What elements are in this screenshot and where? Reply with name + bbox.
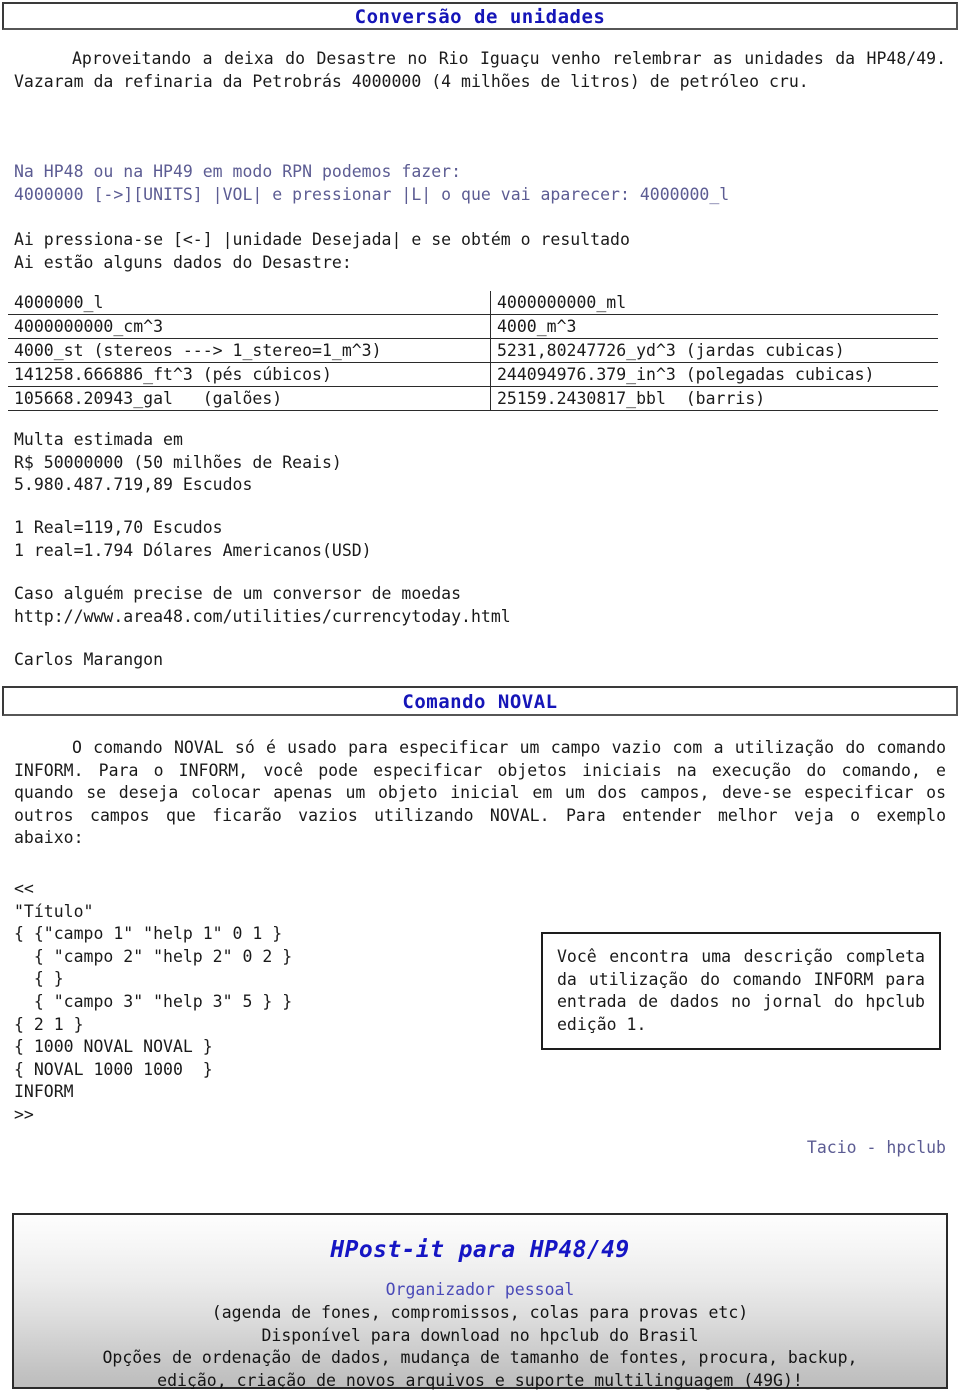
exchange-rate-block: 1 Real=119,70 Escudos 1 real=1.794 Dólar… [14,518,372,560]
side-note-box: Você encontra uma descrição completa da … [541,932,941,1050]
result-instructions: Ai pressiona-se [<-] |unidade Desejada| … [14,230,630,272]
table-cell-left: 141258.666886_ft^3 (pés cúbicos) [8,362,491,387]
ad-line-2: Disponível para download no hpclub do Br… [261,1325,699,1345]
table-cell-right: 244094976.379_in^3 (polegadas cubicas) [490,362,938,387]
noval-paragraph-text: O comando NOVAL só é usado para especifi… [14,738,946,848]
conversion-table-body: 4000000_l 4000000000_ml 4000000000_cm^3 … [8,291,938,411]
table-cell-left: 4000000_l [8,291,491,315]
intro-paragraph: Aproveitando a deixa do Desastre no Rio … [14,48,946,93]
table-cell-left: 4000_st (stereos ---> 1_stereo=1_m^3) [8,338,491,363]
ad-line-1: (agenda de fones, compromissos, colas pa… [211,1303,749,1323]
side-note-text: Você encontra uma descrição completa da … [557,947,925,1034]
advertisement-box: HPost-it para HP48/49 Organizador pessoa… [12,1213,948,1390]
table-row: 141258.666886_ft^3 (pés cúbicos) 2440949… [8,362,938,387]
table-cell-left: 105668.20943_gal (galões) [8,386,491,411]
currency-converter-link-block[interactable]: Caso alguém precise de um conversor de m… [14,583,511,628]
section-header-conversao: Conversão de unidades [2,2,958,30]
table-row: 105668.20943_gal (galões) 25159.2430817_… [8,386,938,411]
table-cell-right: 5231,80247726_yd^3 (jardas cubicas) [490,338,938,363]
table-row: 4000_st (stereos ---> 1_stereo=1_m^3) 52… [8,338,938,363]
table-row: 4000000000_cm^3 4000_m^3 [8,314,938,339]
table-cell-right: 4000000000_ml [490,291,938,315]
conversion-table: 4000000_l 4000000000_ml 4000000000_cm^3 … [8,291,938,411]
ad-line-4: edição, criação de novos arquivos e supo… [157,1370,803,1390]
intro-paragraph-text: Aproveitando a deixa do Desastre no Rio … [14,49,946,91]
rpn-instructions: Na HP48 ou na HP49 em modo RPN podemos f… [14,162,730,204]
ad-subtitle: Organizador pessoal [385,1280,575,1300]
table-cell-left: 4000000000_cm^3 [8,314,491,339]
noval-paragraph: O comando NOVAL só é usado para especifi… [14,737,946,850]
credit-line: Tacio - hpclub [806,1138,946,1157]
author-signature: Carlos Marangon [14,650,164,669]
table-cell-right: 25159.2430817_bbl (barris) [490,386,938,411]
code-example-block: << "Título" { {"campo 1" "help 1" 0 1 } … [14,879,293,1124]
table-row: 4000000_l 4000000000_ml [8,291,938,315]
table-cell-right: 4000_m^3 [490,314,938,339]
document-page: Conversão de unidades Aproveitando a dei… [0,0,960,1397]
ad-title: HPost-it para HP48/49 [330,1237,630,1263]
section-header-noval: Comando NOVAL [2,686,958,716]
fine-estimate-block: Multa estimada em R$ 50000000 (50 milhõe… [14,430,342,495]
ad-line-3: Opções de ordenação de dados, mudança de… [102,1348,858,1368]
section-header-title: Conversão de unidades [354,6,606,28]
section-header-title: Comando NOVAL [402,691,558,713]
